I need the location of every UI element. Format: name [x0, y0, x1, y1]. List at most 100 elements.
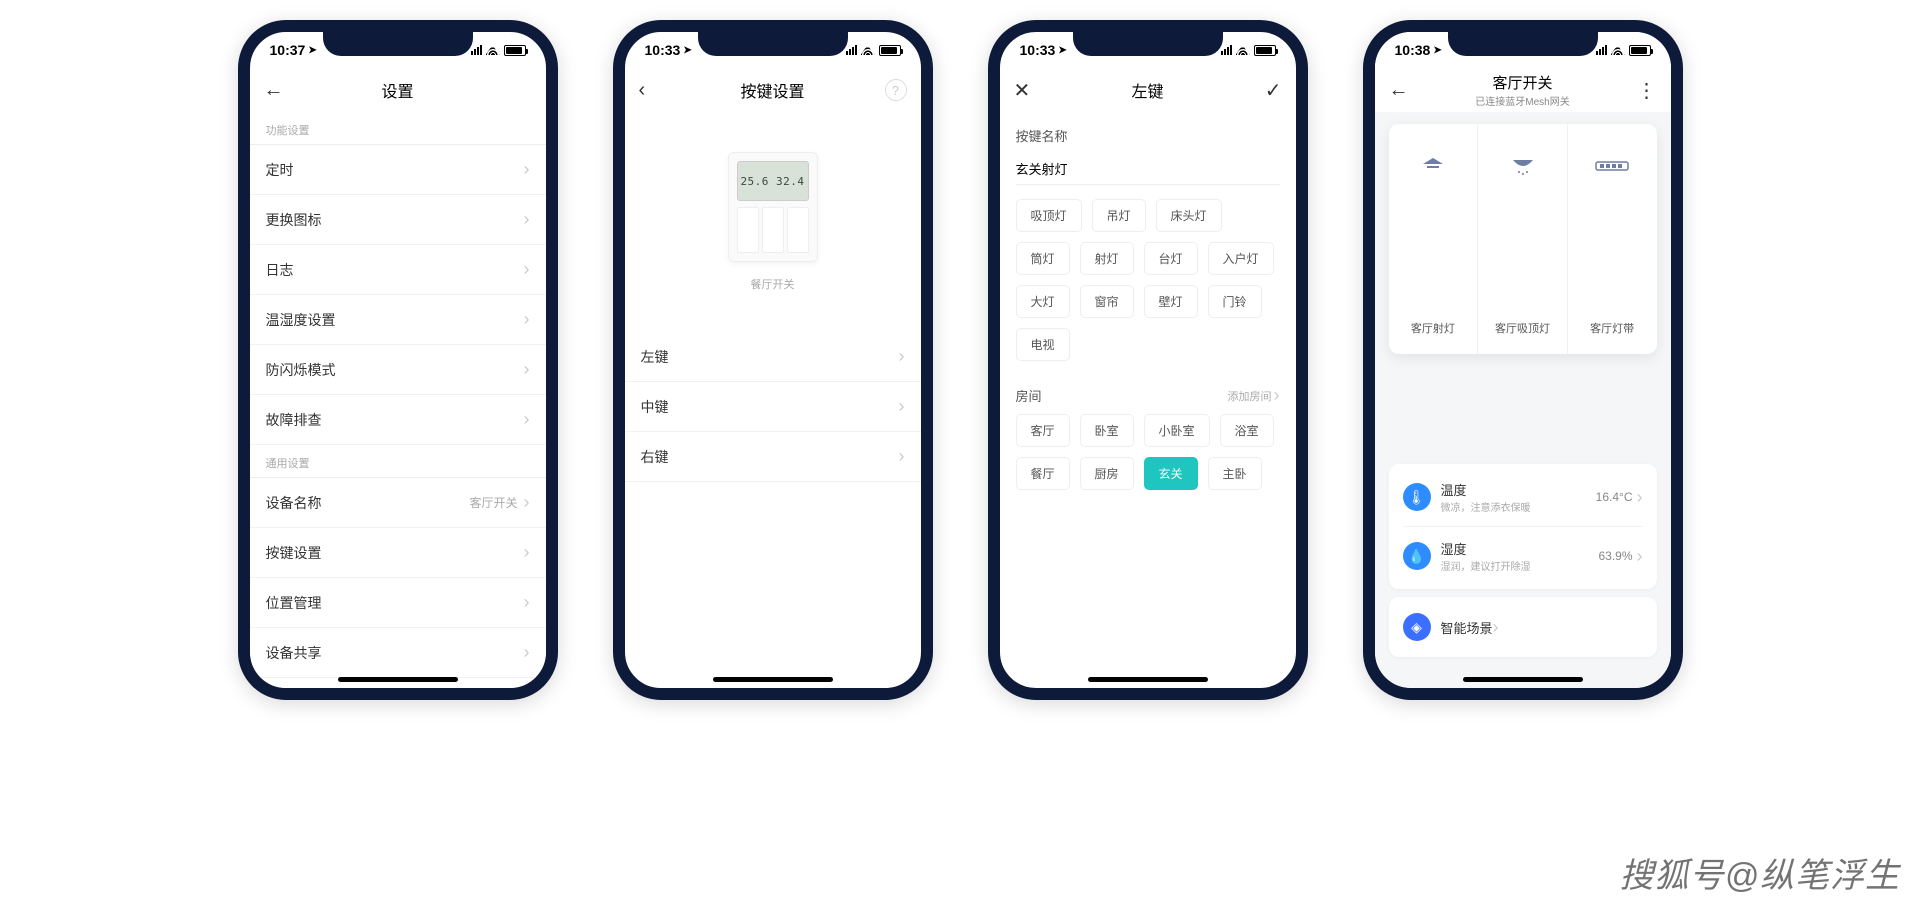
chevron-right-icon: ›: [524, 642, 530, 663]
key-row[interactable]: 右键 ›: [625, 432, 921, 482]
settings-row[interactable]: 故障排查›: [250, 395, 546, 445]
chevron-right-icon: ›: [1637, 546, 1643, 567]
device-caption: 餐厅开关: [625, 276, 921, 292]
name-chip[interactable]: 入户灯: [1208, 242, 1274, 275]
name-chip[interactable]: 筒灯: [1016, 242, 1070, 275]
settings-row[interactable]: 更换图标 ›: [250, 195, 546, 245]
row-label: 左键: [641, 347, 669, 367]
confirm-button[interactable]: ✓: [1265, 68, 1282, 112]
name-chip[interactable]: 电视: [1016, 328, 1070, 361]
env-icon: 💧: [1403, 542, 1431, 570]
room-chip[interactable]: 卧室: [1080, 414, 1134, 447]
signal-icon: [1221, 45, 1232, 55]
room-chip[interactable]: 浴室: [1220, 414, 1274, 447]
key-row[interactable]: 左键›: [625, 332, 921, 382]
chevron-right-icon: ›: [524, 542, 530, 563]
room-chip[interactable]: 玄关: [1144, 457, 1198, 490]
back-button[interactable]: ←: [264, 68, 284, 112]
name-chip[interactable]: 门铃: [1208, 285, 1262, 318]
switch-label: 客厅吸顶灯: [1495, 320, 1550, 336]
chevron-right-icon: ›: [1493, 617, 1499, 638]
wifi-icon: [1611, 45, 1625, 55]
switch-pane[interactable]: 客厅射灯: [1389, 124, 1479, 354]
room-chip[interactable]: 客厅: [1016, 414, 1070, 447]
name-chip[interactable]: 吸顶灯: [1016, 199, 1082, 232]
status-time: 10:37: [270, 42, 306, 58]
signal-icon: [846, 45, 857, 55]
scene-card[interactable]: ◈ 智能场景 ›: [1389, 597, 1657, 657]
nav-bar: ← 客厅开关 已连接蓝牙Mesh网关 ⋮: [1375, 68, 1671, 112]
back-button[interactable]: ←: [1389, 68, 1409, 112]
home-indicator[interactable]: [1088, 677, 1208, 682]
device-illustration: 25.6 32.4 餐厅开关: [625, 112, 921, 302]
settings-row[interactable]: 设备名称 客厅开关 ›: [250, 478, 546, 528]
settings-row[interactable]: 位置管理›: [250, 578, 546, 628]
name-chip[interactable]: 窗帘: [1080, 285, 1134, 318]
room-chip[interactable]: 小卧室: [1144, 414, 1210, 447]
signal-icon: [1596, 45, 1607, 55]
row-label: 设备名称: [266, 493, 322, 513]
env-desc: 湿润，建议打开除湿: [1441, 558, 1531, 573]
name-chip[interactable]: 射灯: [1080, 242, 1134, 275]
env-desc: 微凉，注意添衣保暖: [1441, 499, 1531, 514]
room-chip[interactable]: 主卧: [1208, 457, 1262, 490]
battery-icon: [879, 45, 901, 56]
env-row[interactable]: 🌡 温度微凉，注意添衣保暖 16.4°C ›: [1403, 468, 1643, 527]
switch-label: 客厅灯带: [1590, 320, 1634, 336]
chevron-right-icon: ›: [524, 492, 530, 513]
settings-row[interactable]: 设备共享›: [250, 628, 546, 678]
scene-label: 智能场景: [1441, 618, 1493, 637]
name-chip[interactable]: 床头灯: [1156, 199, 1222, 232]
env-icon: 🌡: [1403, 483, 1431, 511]
notch: [323, 30, 473, 56]
settings-row[interactable]: 按键设置›: [250, 528, 546, 578]
phone-3-frame: 10:33➤ ✕ 左键 ✓ 按键名称 吸顶灯吊灯床头灯筒灯射灯台灯入户灯大灯窗帘…: [988, 20, 1308, 700]
settings-row[interactable]: 防闪烁模式›: [250, 345, 546, 395]
chevron-right-icon: ›: [1637, 487, 1643, 508]
light-icon: [1594, 154, 1630, 178]
wifi-icon: [486, 45, 500, 55]
row-label: 定时: [266, 160, 294, 180]
chevron-right-icon: ›: [524, 209, 530, 230]
home-indicator[interactable]: [1463, 677, 1583, 682]
name-chip[interactable]: 台灯: [1144, 242, 1198, 275]
name-chip[interactable]: 壁灯: [1144, 285, 1198, 318]
settings-row[interactable]: 日志›: [250, 245, 546, 295]
add-room-button[interactable]: 添加房间›: [1228, 385, 1280, 406]
close-button[interactable]: ✕: [1014, 68, 1031, 112]
room-chip[interactable]: 餐厅: [1016, 457, 1070, 490]
chevron-right-icon: ›: [524, 159, 530, 180]
settings-row[interactable]: 温湿度设置›: [250, 295, 546, 345]
home-indicator[interactable]: [338, 677, 458, 682]
key-row[interactable]: 中键›: [625, 382, 921, 432]
home-indicator[interactable]: [713, 677, 833, 682]
chevron-right-icon: ›: [899, 446, 905, 467]
room-chip[interactable]: 厨房: [1080, 457, 1134, 490]
section-room: 房间: [1016, 386, 1042, 405]
scene-icon: ◈: [1403, 613, 1431, 641]
light-icon: [1505, 154, 1541, 178]
chevron-right-icon: ›: [524, 359, 530, 380]
row-label: 位置管理: [266, 593, 322, 613]
watermark: 搜狐号@纵笔浮生: [1619, 848, 1900, 897]
settings-row[interactable]: 定时 ›: [250, 145, 546, 195]
env-value: 16.4°C: [1596, 490, 1633, 504]
name-chip[interactable]: 吊灯: [1092, 199, 1146, 232]
row-value: 客厅开关: [469, 494, 517, 511]
row-label: 更换图标: [266, 210, 322, 230]
name-chip[interactable]: 大灯: [1016, 285, 1070, 318]
env-row[interactable]: 💧湿度湿润，建议打开除湿63.9%›: [1403, 527, 1643, 585]
notch: [1448, 30, 1598, 56]
switch-label: 客厅射灯: [1411, 320, 1455, 336]
env-title: 湿度: [1441, 539, 1531, 558]
row-label: 右键: [641, 447, 669, 467]
key-name-input[interactable]: [1016, 153, 1280, 185]
back-button[interactable]: ‹: [639, 68, 646, 112]
switch-card: 客厅射灯 客厅吸顶灯 客厅灯带: [1389, 124, 1657, 354]
env-title: 温度: [1441, 480, 1531, 499]
help-button[interactable]: ?: [885, 68, 907, 112]
more-button[interactable]: ⋮: [1637, 68, 1657, 112]
switch-pane[interactable]: 客厅灯带: [1568, 124, 1657, 354]
switch-pane[interactable]: 客厅吸顶灯: [1478, 124, 1568, 354]
chevron-right-icon: ›: [524, 309, 530, 330]
